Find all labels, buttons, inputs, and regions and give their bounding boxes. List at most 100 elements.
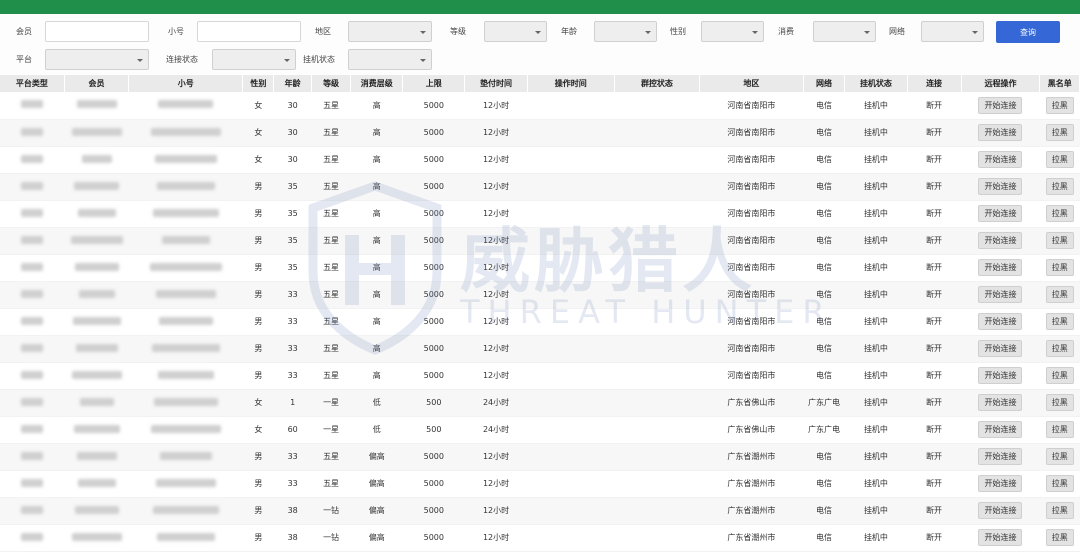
start-connect-button[interactable]: 开始连接 [978,340,1023,357]
member-input[interactable] [45,21,149,42]
region-cell: 河南省南阳市 [699,119,804,147]
region-cell: 河南省南阳市 [699,281,804,309]
hang-status-cell: 挂机中 [844,92,908,120]
search-button[interactable]: 查询 [996,21,1060,43]
platform-select[interactable] [45,49,149,70]
start-connect-button[interactable]: 开始连接 [978,286,1023,303]
alt-account-cell [128,308,243,336]
level-cell: 五星 [311,146,351,174]
blacklist-button[interactable]: 拉黑 [1045,313,1074,330]
blacklist-button[interactable]: 拉黑 [1045,502,1074,519]
limit-cell: 5000 [402,281,465,309]
start-connect-button[interactable]: 开始连接 [978,178,1023,195]
redacted-text [79,397,114,406]
level-cell: 五星 [311,470,351,498]
start-connect-button[interactable]: 开始连接 [978,502,1023,519]
column-header: 网络 [803,75,846,92]
group-control-status-cell [614,200,700,228]
alt-account-cell [128,254,243,282]
network-cell: 电信 [803,335,845,363]
blacklist-button[interactable]: 拉黑 [1045,151,1074,168]
start-connect-button[interactable]: 开始连接 [978,313,1023,330]
connect-status-select[interactable] [212,49,296,70]
age-cell: 30 [273,92,312,120]
start-connect-button[interactable]: 开始连接 [978,367,1023,384]
blacklist-button[interactable]: 拉黑 [1045,178,1074,195]
column-header: 上限 [402,75,466,92]
prepay-time-cell: 12小时 [464,443,528,471]
region-select[interactable] [348,21,432,42]
hang-status-cell: 挂机中 [844,281,908,309]
gender-cell: 女 [242,146,274,174]
start-connect-button[interactable]: 开始连接 [978,259,1023,276]
blacklist-cell: 拉黑 [1039,227,1080,255]
start-connect-button[interactable]: 开始连接 [978,205,1023,222]
age-cell: 35 [273,227,312,255]
spending-tier-cell: 偏高 [350,524,403,552]
blacklist-button[interactable]: 拉黑 [1045,475,1074,492]
blacklist-button[interactable]: 拉黑 [1045,529,1074,546]
limit-cell: 5000 [402,335,465,363]
operation-time-cell [527,497,615,525]
level-cell: 五星 [311,308,351,336]
age-cell: 35 [273,254,312,282]
blacklist-button[interactable]: 拉黑 [1045,259,1074,276]
redacted-text [155,478,216,487]
limit-cell: 5000 [402,524,465,552]
age-select[interactable] [594,21,657,42]
blacklist-cell: 拉黑 [1039,92,1080,120]
start-connect-button[interactable]: 开始连接 [978,529,1023,546]
operation-time-cell [527,281,615,309]
alt-account-cell [128,281,243,309]
redacted-text [158,316,213,325]
redacted-text [21,424,44,433]
group-control-status-cell [614,308,700,336]
redacted-text [21,451,44,460]
spending-tier-cell: 高 [350,227,403,255]
start-connect-button[interactable]: 开始连接 [978,394,1023,411]
device-table-container: 平台类型 会员 小号 性别 年龄 等级 消费层级 上限 垫付时间 操作时间 群控状态 地区 网络 挂机状态… [0,75,1080,558]
gender-cell: 男 [242,443,274,471]
blacklist-button[interactable]: 拉黑 [1045,286,1074,303]
start-connect-button[interactable]: 开始连接 [978,421,1023,438]
spending-tier-cell: 高 [350,92,403,120]
column-header: 群控状态 [614,75,701,92]
member-cell [64,524,129,552]
hang-status-select[interactable] [348,49,432,70]
gender-select[interactable] [701,21,764,42]
prepay-time-cell: 12小时 [464,200,528,228]
group-control-status-cell [614,416,700,444]
operation-time-cell [527,146,615,174]
start-connect-button[interactable]: 开始连接 [978,232,1023,249]
blacklist-button[interactable]: 拉黑 [1045,367,1074,384]
alt-account-input[interactable] [197,21,301,42]
start-connect-button[interactable]: 开始连接 [978,151,1023,168]
prepay-time-cell: 12小时 [464,146,528,174]
group-control-status-cell [614,443,700,471]
region-cell: 广东省潮州市 [699,497,804,525]
blacklist-cell: 拉黑 [1039,470,1080,498]
table-body: 女 30 五星高 5000 12小时 河南省南阳市 电信 挂机中 断开 开始连接 拉黑女 30 五星高 5… [0,92,1080,552]
operation-time-cell [527,308,615,336]
redacted-text [158,100,214,109]
blacklist-button[interactable]: 拉黑 [1045,232,1074,249]
blacklist-button[interactable]: 拉黑 [1045,340,1074,357]
blacklist-button[interactable]: 拉黑 [1045,124,1074,141]
start-connect-button[interactable]: 开始连接 [978,96,1023,114]
spending-select[interactable] [813,21,876,42]
level-select[interactable] [484,21,547,42]
chevron-down-icon [972,31,978,34]
blacklist-button[interactable]: 拉黑 [1045,394,1074,411]
blacklist-button[interactable]: 拉黑 [1045,421,1074,438]
limit-cell: 5000 [402,497,465,525]
blacklist-button[interactable]: 拉黑 [1045,96,1074,114]
connection-cell: 断开 [907,470,962,498]
blacklist-button[interactable]: 拉黑 [1045,448,1074,465]
start-connect-button[interactable]: 开始连接 [978,448,1023,465]
start-connect-button[interactable]: 开始连接 [978,124,1023,141]
network-select[interactable] [921,21,984,42]
redacted-text [73,424,120,433]
blacklist-button[interactable]: 拉黑 [1045,205,1074,222]
group-control-status-cell [614,524,700,552]
start-connect-button[interactable]: 开始连接 [978,475,1023,492]
